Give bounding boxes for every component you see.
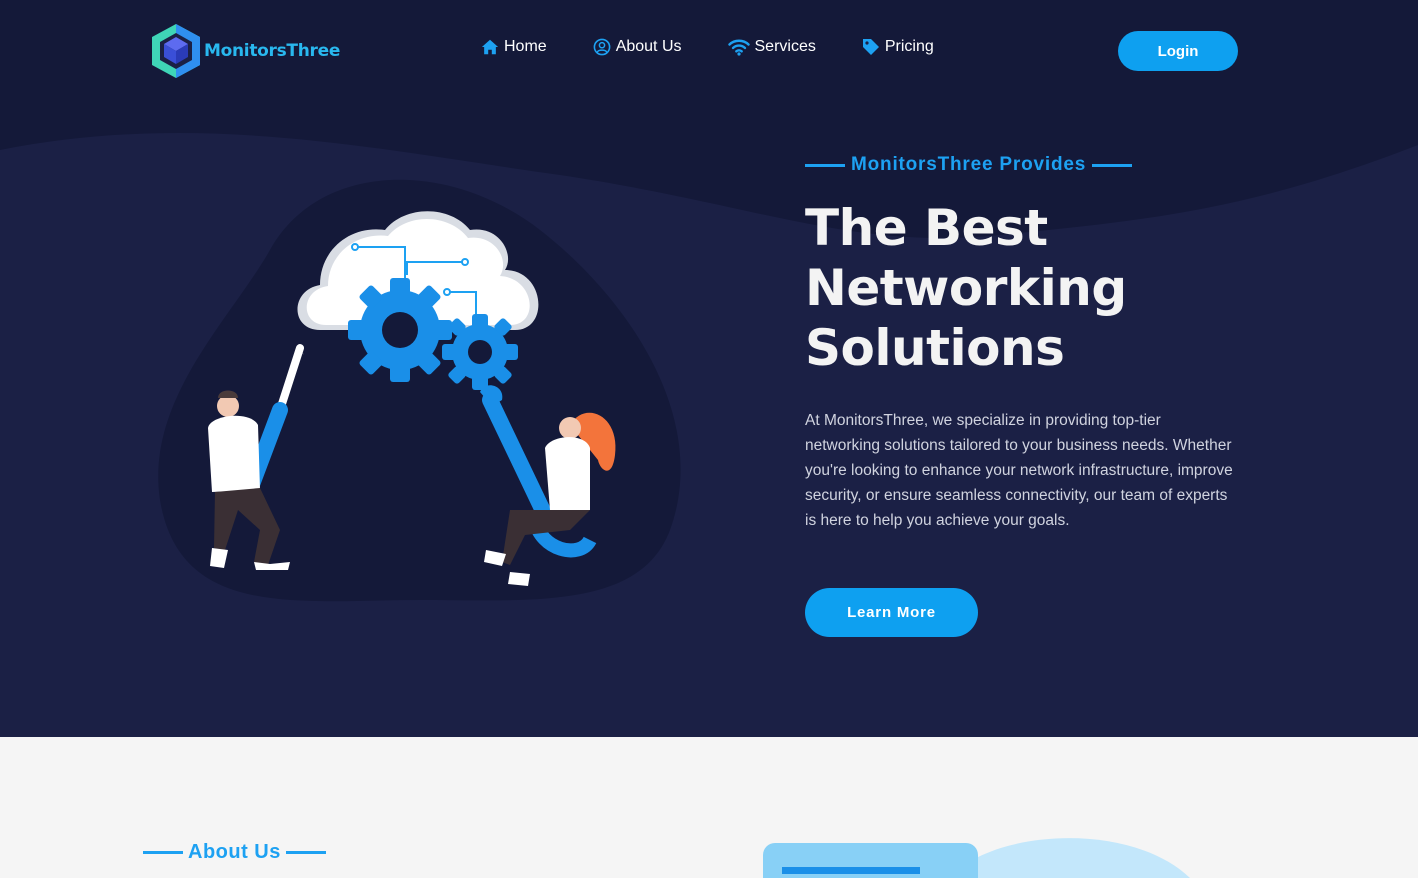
eyebrow-line-left <box>143 851 183 854</box>
tag-icon <box>862 39 879 55</box>
nav-item-label: Services <box>754 38 816 55</box>
about-us-illustration <box>763 838 1190 878</box>
eyebrow-line-left <box>805 163 845 167</box>
learn-more-button[interactable]: Learn More <box>805 588 978 637</box>
user-circle-icon <box>593 38 611 56</box>
nav-item-home[interactable]: Home <box>481 38 547 56</box>
brand-name: MonitorsThree <box>204 41 341 61</box>
nav-item-pricing[interactable]: Pricing <box>862 38 934 56</box>
brand-logo[interactable]: MonitorsThree <box>150 22 340 80</box>
top-navbar: MonitorsThree Home About Us Services Pri… <box>0 0 1418 100</box>
headline-line-3: Solutions <box>805 319 1065 377</box>
nav-item-services[interactable]: Services <box>727 38 816 56</box>
nav-item-label: Home <box>504 38 547 55</box>
logo-cube-icon <box>152 24 200 78</box>
about-us-title: About Us <box>188 841 281 863</box>
nav-item-label: Pricing <box>884 38 934 55</box>
hero-eyebrow-text: MonitorsThree Provides <box>851 154 1087 175</box>
gear-icon <box>348 278 452 382</box>
home-icon <box>481 39 499 55</box>
hero-headline: The Best Networking Solutions <box>805 198 1205 378</box>
about-us-eyebrow: About Us <box>143 841 326 864</box>
hero-description: At MonitorsThree, we specialize in provi… <box>805 412 1233 529</box>
small-gear-icon <box>442 314 518 390</box>
main-nav: Home About Us Services Pricing <box>481 38 980 56</box>
wifi-icon <box>727 39 750 56</box>
eyebrow-line-right <box>285 851 326 854</box>
headline-line-1: The Best <box>805 199 1048 257</box>
nav-item-about-us[interactable]: About Us <box>593 38 682 56</box>
networking-illustration <box>158 179 681 602</box>
eyebrow-line-right <box>1092 163 1133 167</box>
login-button[interactable]: Login <box>1118 31 1238 71</box>
headline-line-2: Networking <box>805 259 1127 317</box>
nav-item-label: About Us <box>615 38 682 55</box>
hero-eyebrow: MonitorsThree Provides <box>805 154 1133 176</box>
hero-section: MonitorsThree Home About Us Services Pri… <box>0 0 1418 737</box>
